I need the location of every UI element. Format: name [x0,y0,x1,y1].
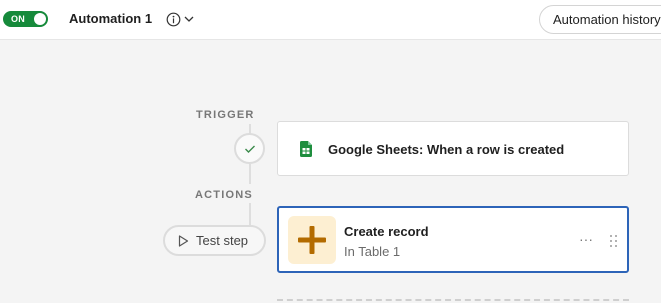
automation-history-button[interactable]: Automation history [539,5,661,34]
automation-info-menu[interactable] [166,10,198,28]
drag-handle-icon[interactable] [610,235,618,247]
check-icon [244,145,255,153]
top-bar: ON Automation 1 Automation history [0,0,661,40]
toggle-knob [34,13,46,25]
trigger-status-indicator [234,133,265,164]
toggle-label: ON [11,14,26,24]
add-action-placeholder[interactable] [277,299,629,301]
automation-title[interactable]: Automation 1 [69,11,152,27]
trigger-description: Google Sheets: When a row is created [328,142,565,157]
action-icon-tile [288,216,336,264]
actions-section-label: ACTIONS [195,189,253,201]
google-sheets-icon [300,141,312,157]
connector-line [249,203,251,226]
action-title: Create record [344,224,429,239]
action-subtitle: In Table 1 [344,244,401,259]
test-step-label: Test step [196,232,249,248]
play-icon [178,234,189,247]
action-card-create-record[interactable]: Create record In Table 1 ··· [277,206,629,273]
more-options-button[interactable]: ··· [579,231,593,247]
plus-icon [298,226,326,254]
trigger-card[interactable]: Google Sheets: When a row is created [277,121,629,176]
connector-line [249,164,251,184]
trigger-section-label: TRIGGER [196,109,255,121]
automation-on-toggle[interactable]: ON [3,11,48,27]
test-step-button[interactable]: Test step [163,225,266,256]
info-icon [166,12,181,26]
chevron-down-icon [184,16,194,22]
